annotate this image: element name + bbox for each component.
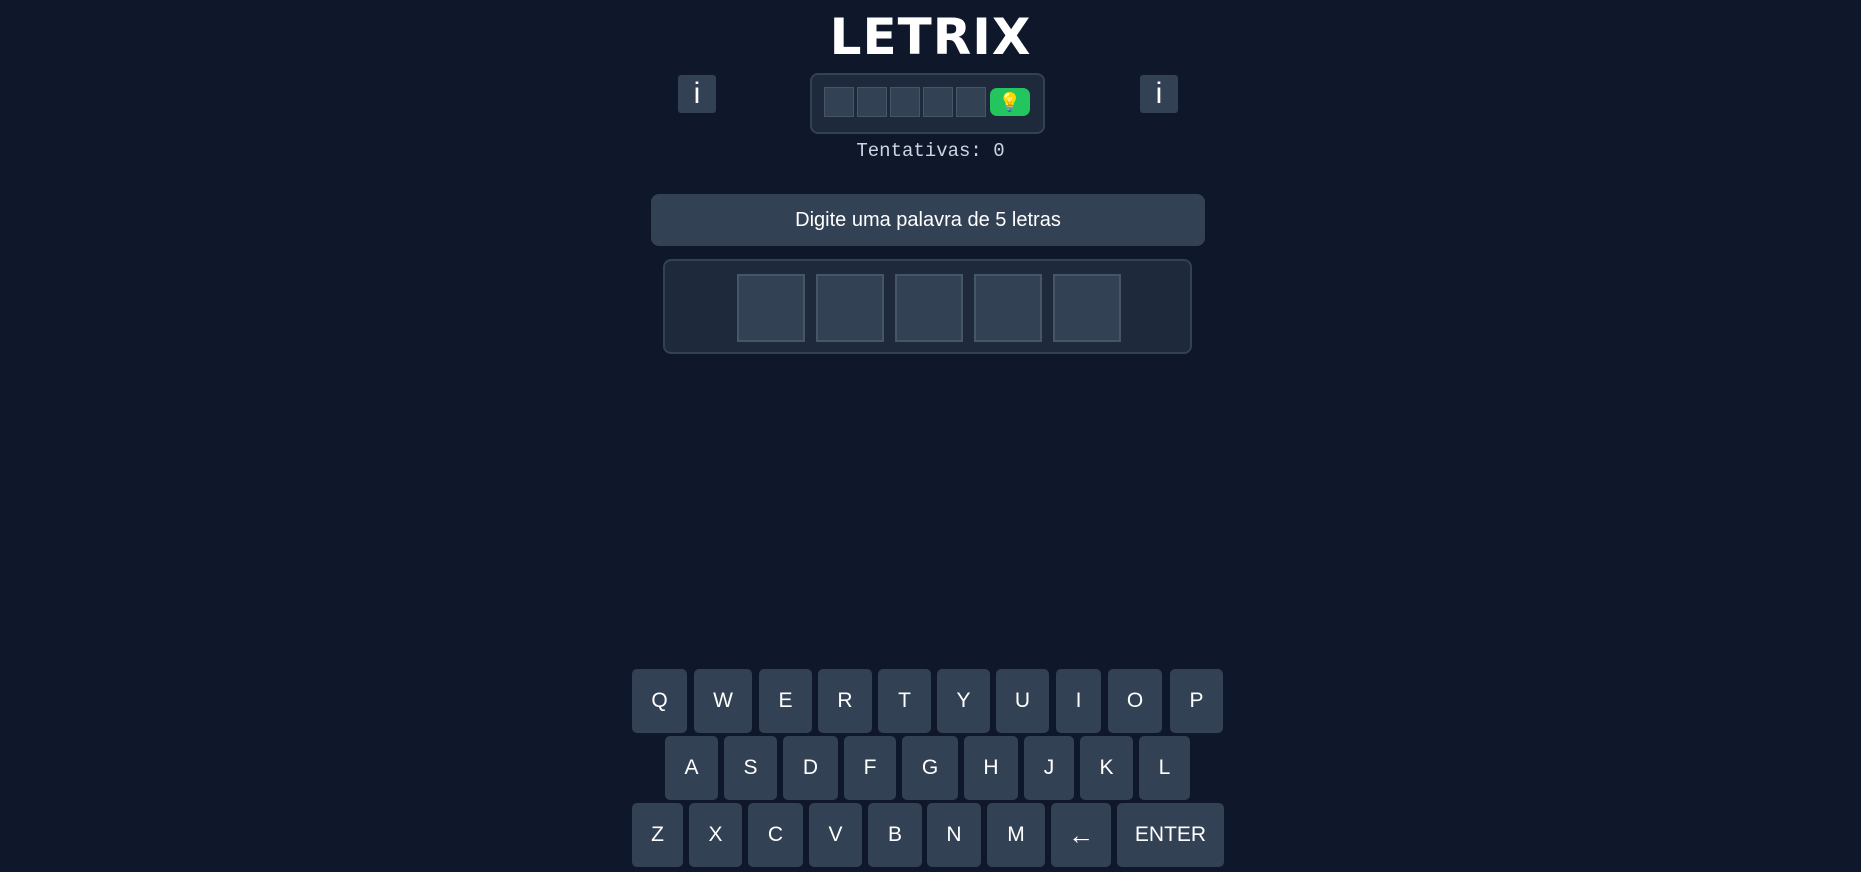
key-v[interactable]: V	[809, 803, 862, 867]
hint-slot	[890, 87, 920, 117]
key-u[interactable]: U	[996, 669, 1049, 733]
key-f[interactable]: F	[844, 736, 896, 800]
key-t[interactable]: T	[878, 669, 931, 733]
page-title: LETRIX	[829, 8, 1032, 66]
key-k[interactable]: K	[1080, 736, 1133, 800]
guess-board	[663, 259, 1192, 354]
key-w[interactable]: W	[694, 669, 752, 733]
hint-panel: 💡	[810, 73, 1045, 134]
letter-tile	[816, 274, 884, 342]
info-left-button[interactable]: i	[678, 75, 716, 113]
enter-key[interactable]: ENTER	[1117, 803, 1224, 867]
key-g[interactable]: G	[902, 736, 958, 800]
hint-slot	[956, 87, 986, 117]
backspace-key[interactable]: ←	[1051, 803, 1111, 867]
key-c[interactable]: C	[748, 803, 803, 867]
key-i[interactable]: I	[1056, 669, 1101, 733]
key-l[interactable]: L	[1139, 736, 1190, 800]
key-n[interactable]: N	[927, 803, 981, 867]
letter-tile	[974, 274, 1042, 342]
key-y[interactable]: Y	[937, 669, 990, 733]
letter-tile	[895, 274, 963, 342]
hint-slot	[923, 87, 953, 117]
lightbulb-icon: 💡	[998, 92, 1022, 112]
hint-slot	[824, 87, 854, 117]
key-d[interactable]: D	[783, 736, 838, 800]
key-p[interactable]: P	[1170, 669, 1223, 733]
key-j[interactable]: J	[1024, 736, 1074, 800]
key-z[interactable]: Z	[632, 803, 683, 867]
key-b[interactable]: B	[868, 803, 922, 867]
key-r[interactable]: R	[818, 669, 872, 733]
letter-tile	[1053, 274, 1121, 342]
letter-tile	[737, 274, 805, 342]
status-message: Digite uma palavra de 5 letras	[651, 194, 1205, 246]
key-e[interactable]: E	[759, 669, 812, 733]
key-q[interactable]: Q	[632, 669, 687, 733]
key-m[interactable]: M	[987, 803, 1045, 867]
key-s[interactable]: S	[724, 736, 777, 800]
key-h[interactable]: H	[964, 736, 1018, 800]
hint-slot	[857, 87, 887, 117]
attempts-counter: Tentativas: 0	[856, 140, 1005, 162]
key-a[interactable]: A	[665, 736, 718, 800]
info-right-button[interactable]: i	[1140, 75, 1178, 113]
hint-button[interactable]: 💡	[990, 88, 1030, 116]
key-x[interactable]: X	[689, 803, 742, 867]
key-o[interactable]: O	[1108, 669, 1162, 733]
